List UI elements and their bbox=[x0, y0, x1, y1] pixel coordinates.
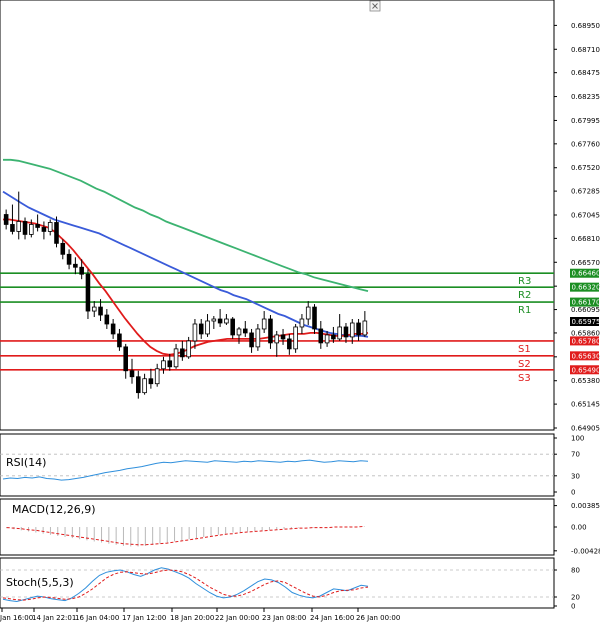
x-tick-label: 22 Jan 00:00 bbox=[215, 614, 259, 622]
price-y-tick-label: 0.67760 bbox=[571, 140, 600, 148]
x-tick-label: 17 Jan 12:00 bbox=[122, 614, 166, 622]
x-tick-label: 16 Jan 04:00 bbox=[75, 614, 119, 622]
macd-y-tick-label: -0.004287 bbox=[571, 547, 600, 555]
price-y-tick-label: 0.68710 bbox=[571, 46, 600, 54]
x-tick-label: Jan 16:00 bbox=[0, 614, 33, 622]
x-tick-label: 23 Jan 08:00 bbox=[262, 614, 306, 622]
svg-text:0.65630: 0.65630 bbox=[572, 352, 600, 360]
price-y-tick-label: 0.64905 bbox=[571, 425, 600, 433]
svg-text:0.65975: 0.65975 bbox=[572, 318, 600, 326]
stoch-y-tick-label: 0 bbox=[571, 603, 575, 611]
stoch-title: Stoch(5,5,3) bbox=[6, 576, 74, 589]
level-label-r2: R2 bbox=[518, 290, 531, 301]
macd-y-tick-label: 0.00 bbox=[571, 524, 587, 532]
rsi-y-tick-label: 100 bbox=[571, 435, 584, 443]
level-label-r1: R1 bbox=[518, 305, 531, 316]
level-label-s3: S3 bbox=[518, 373, 531, 384]
price-y-tick-label: 0.65145 bbox=[571, 401, 600, 409]
price-y-tick-label: 0.68475 bbox=[571, 69, 600, 77]
price-y-tick-label: 0.67285 bbox=[571, 188, 600, 196]
candle bbox=[293, 323, 298, 353]
last-price-tag: 0.65975 bbox=[570, 317, 600, 326]
macd-title: MACD(12,26,9) bbox=[12, 503, 96, 516]
svg-text:0.66460: 0.66460 bbox=[572, 270, 600, 278]
price-y-tick-label: 0.65380 bbox=[571, 377, 600, 385]
svg-text:0.66320: 0.66320 bbox=[572, 284, 600, 292]
stoch-panel-frame bbox=[0, 557, 555, 609]
price-y-tick-label: 0.67520 bbox=[571, 164, 600, 172]
level-tag-s1: 0.65780 bbox=[570, 336, 600, 346]
price-y-tick-label: 0.66570 bbox=[571, 259, 600, 267]
stoch-y-tick-label: 20 bbox=[571, 594, 580, 602]
x-tick-label: 24 Jan 16:00 bbox=[310, 614, 354, 622]
close-icon[interactable] bbox=[369, 0, 381, 12]
price-y-tick-label: 0.66095 bbox=[571, 306, 600, 314]
chart-canvas: R3 R2 R1 S1 S2 S3 0.68950 0.68710 0.68475 0.6823… bbox=[0, 0, 600, 622]
level-tag-r1: 0.66170 bbox=[570, 297, 600, 307]
x-tick-label: 18 Jan 20:00 bbox=[170, 614, 214, 622]
stoch-y-tick-label: 80 bbox=[571, 567, 580, 575]
price-y-tick-label: 0.67995 bbox=[571, 117, 600, 125]
rsi-y-tick-label: 0 bbox=[571, 489, 575, 497]
price-y-tick-label: 0.68950 bbox=[571, 22, 600, 30]
level-tag-r3: 0.66460 bbox=[570, 268, 600, 278]
x-tick-label: 26 Jan 00:00 bbox=[356, 614, 400, 622]
macd-y-tick-label: 0.003851 bbox=[571, 502, 600, 510]
x-tick-label: 14 Jan 22:01 bbox=[32, 614, 76, 622]
price-y-tick-label: 0.68235 bbox=[571, 93, 600, 101]
level-tag-s3: 0.65490 bbox=[570, 365, 600, 375]
rsi-y-tick-label: 70 bbox=[571, 451, 580, 459]
level-label-s2: S2 bbox=[518, 359, 531, 370]
level-label-r3: R3 bbox=[518, 276, 531, 287]
price-y-tick-label: 0.66810 bbox=[571, 235, 600, 243]
price-y-tick-label: 0.65860 bbox=[571, 329, 600, 337]
price-y-tick-label: 0.67045 bbox=[571, 212, 600, 220]
rsi-panel-frame bbox=[0, 433, 555, 497]
rsi-y-tick-label: 30 bbox=[571, 472, 580, 480]
level-tag-s2: 0.65630 bbox=[570, 351, 600, 361]
svg-text:0.66170: 0.66170 bbox=[572, 299, 600, 307]
rsi-title: RSI(14) bbox=[6, 456, 46, 469]
price-panel-frame bbox=[0, 0, 555, 431]
svg-text:0.65780: 0.65780 bbox=[572, 337, 600, 345]
svg-text:0.65490: 0.65490 bbox=[572, 366, 600, 374]
level-tag-r2: 0.66320 bbox=[570, 282, 600, 292]
level-label-s1: S1 bbox=[518, 344, 531, 355]
